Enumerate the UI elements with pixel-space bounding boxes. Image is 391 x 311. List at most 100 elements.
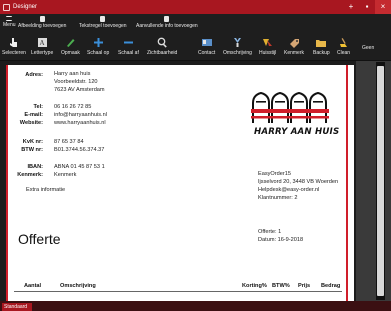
email-value[interactable]: info@harryaanhuis.nl [54, 112, 107, 118]
menu-row: Menu Afbeelding toevoegen Tekstregel toe… [0, 14, 391, 34]
format-tool-label: Opmaak [61, 50, 80, 56]
scale-up-label: Schaal op [87, 50, 110, 56]
add-info-button[interactable]: Aanvullende info toevoegen [136, 16, 198, 29]
style-icon [262, 36, 274, 48]
offerte-number: Offerte: 1 [258, 229, 282, 235]
contact-line: Ijsselvord 20, 3448 VB Woerden [258, 179, 339, 185]
header-korting: Korting% [242, 283, 267, 289]
btw-label: BTW nr: [21, 147, 43, 153]
add-textline-label: Tekstregel toevoegen [79, 23, 127, 29]
address-label: Adres: [25, 72, 43, 78]
backup-tool-button[interactable]: Backup [313, 36, 330, 56]
folder-icon [315, 36, 327, 48]
header-aantal: Aantal [24, 283, 42, 289]
contact-icon [201, 36, 213, 48]
clean-tool-label: Clean [337, 50, 351, 56]
restore-button[interactable]: ▪ [359, 0, 375, 14]
header-omschrijving: Omschrijving [60, 283, 96, 289]
header-btw: BTW% [272, 283, 290, 289]
broom-icon [338, 36, 350, 48]
menu-icon [6, 16, 13, 21]
logo-text: HARRY AAN HUIS [254, 127, 340, 137]
app-icon [3, 3, 10, 11]
pencil-icon [64, 36, 76, 48]
website-label: Website: [19, 120, 43, 126]
description-tool-label: Omschrijving [223, 50, 252, 56]
tag-tool-button[interactable]: Kenmerk [284, 36, 304, 56]
btw-value[interactable]: B01.3744.56.374.37 [54, 147, 104, 153]
font-tool-button[interactable]: A Lettertype [31, 36, 53, 56]
visibility-tool-label: Zichtbaarheid [147, 50, 178, 56]
menu-button[interactable]: Menu [3, 16, 16, 28]
kenmerk-value[interactable]: Kenmerk [54, 172, 76, 178]
scale-down-label: Schaal af [118, 50, 139, 56]
header-bedrag: Bedrag [321, 283, 341, 289]
description-tool-button[interactable]: Omschrijving [223, 36, 252, 56]
text-add-icon [100, 16, 106, 22]
contact-line: EasyOrder15 [258, 171, 291, 177]
side-panel [356, 61, 391, 301]
menu-label: Menu [3, 22, 16, 28]
iban-value[interactable]: ABNA 01 45 87 53 1 [54, 164, 105, 170]
style-tool-button[interactable]: Huisstijl [259, 36, 276, 56]
scale-up-button[interactable]: Schaal op [87, 36, 109, 56]
info-add-icon [164, 16, 170, 22]
scrollbar-thumb[interactable] [377, 66, 384, 296]
document-title[interactable]: Offerte [18, 231, 61, 247]
toolbar: Selecteren A Lettertype Opmaak Schaal op… [0, 34, 391, 61]
status-tab[interactable]: Standaard [2, 303, 32, 311]
status-bar: Standaard [0, 301, 391, 311]
contact-tool-button[interactable]: Contact [198, 36, 215, 56]
add-image-label: Afbeelding toevoegen [18, 23, 67, 29]
contact-line: Klantnummer: 2 [258, 195, 298, 201]
window-title: Designer [13, 4, 38, 10]
website-value[interactable]: www.harryaanhuis.nl [54, 120, 106, 126]
contact-tool-label: Contact [198, 50, 216, 56]
title-bar: Designer + ▪ × [0, 0, 391, 14]
left-margin-line [6, 65, 8, 301]
tel-label: Tel: [33, 104, 43, 110]
image-add-icon [39, 16, 45, 22]
select-tool-button[interactable]: Selecteren [2, 36, 26, 56]
contact-line: Helpdesk@easy-order.nl [258, 187, 320, 193]
close-button[interactable]: × [375, 0, 391, 14]
kenmerk-label: Kenmerk: [17, 172, 43, 178]
font-icon: A [36, 36, 48, 48]
visibility-tool-button[interactable]: Zichtbaarheid [147, 36, 177, 56]
address-line: Harry aan huis [54, 71, 91, 77]
add-textline-button[interactable]: Tekstregel toevoegen [79, 16, 127, 29]
backup-tool-label: Backup [313, 50, 330, 56]
table-header-divider [14, 291, 342, 292]
minus-icon [122, 36, 134, 48]
address-line: 7623 AV Amsterdam [54, 87, 105, 93]
right-margin-line [346, 65, 348, 301]
magnifier-icon [156, 36, 168, 48]
maximize-button[interactable]: + [343, 0, 359, 14]
offerte-date: Datum: 16-9-2018 [258, 237, 304, 243]
extra-info-text[interactable]: Extra informatie [26, 187, 65, 193]
address-block[interactable]: Harry aan huis Voorbeeldstr. 120 7623 AV… [54, 70, 105, 94]
clean-tool-button[interactable]: Clean [337, 36, 350, 56]
company-logo[interactable]: HARRY AAN HUIS [250, 89, 339, 145]
supplier-contact-block[interactable]: EasyOrder15 Ijsselvord 20, 3448 VB Woerd… [258, 170, 338, 202]
pointer-icon [8, 36, 20, 48]
scale-down-button[interactable]: Schaal af [118, 36, 139, 56]
description-icon [231, 36, 243, 48]
iban-label: IBAN: [27, 164, 43, 170]
svg-text:A: A [39, 39, 44, 47]
offerte-meta-block[interactable]: Offerte: 1 Datum: 16-9-2018 [258, 228, 303, 244]
add-image-button[interactable]: Afbeelding toevoegen [18, 16, 66, 29]
tel-value[interactable]: 06 16 26 72 85 [54, 104, 91, 110]
format-tool-button[interactable]: Opmaak [61, 36, 80, 56]
style-tool-label: Huisstijl [259, 50, 277, 56]
header-prijs: Prijs [298, 283, 311, 289]
document-page[interactable]: Adres: Harry aan huis Voorbeeldstr. 120 … [6, 65, 354, 301]
select-tool-label: Selecteren [2, 50, 26, 56]
address-line: Voorbeeldstr. 120 [54, 79, 98, 85]
add-info-label: Aanvullende info toevoegen [136, 23, 198, 29]
tag-icon [288, 36, 300, 48]
geen-label[interactable]: Geen [362, 45, 374, 51]
font-tool-label: Lettertype [31, 50, 54, 56]
email-label: E-mail: [24, 112, 43, 118]
kvk-value[interactable]: 87 65 37 84 [54, 139, 84, 145]
